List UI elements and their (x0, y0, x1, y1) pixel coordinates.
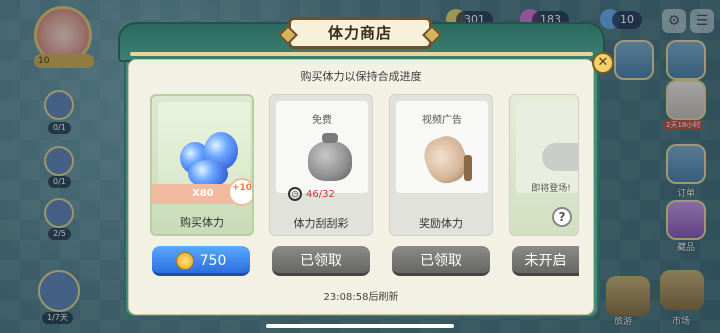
buy-energy-card[interactable]: X80 +10 购买体力 (150, 94, 254, 236)
scratch-counter: ◷ 46/32 (288, 187, 335, 201)
scratch-count: 46/32 (306, 189, 335, 200)
coming-soon-tag: 即将登场! (531, 184, 571, 194)
clock-icon: ◷ (288, 187, 302, 201)
card-name: 奖励体力 (419, 217, 463, 230)
video-ad-image: 视频广告 (396, 101, 488, 193)
free-tag: 免费 (312, 115, 332, 126)
card-name: 购买体力 (180, 216, 224, 229)
shop-title-text: 体力商店 (327, 24, 392, 42)
shop-subtitle: 购买体力以保持合成进度 (300, 70, 422, 83)
energy-amount: X80 (192, 188, 214, 199)
video-ad-card[interactable]: 视频广告 奖励体力 (389, 94, 493, 236)
coming-soon-card[interactable]: 即将登场! ? (509, 94, 579, 236)
claimed-button-2[interactable]: 已领取 (392, 246, 490, 276)
home-indicator[interactable] (266, 324, 454, 328)
shop-title: 体力商店 (288, 17, 432, 49)
video-ad-tag: 视频广告 (422, 115, 462, 126)
money-bag-icon (308, 133, 352, 181)
refresh-timer: 23:08:58后刷新 (323, 292, 399, 303)
coin-icon (175, 252, 194, 270)
scratch-card-image: 免费 (276, 101, 368, 193)
buy-price: 750 (199, 253, 227, 269)
close-icon[interactable]: ✕ (592, 52, 614, 74)
coming-soon-image: 即将登场! (516, 101, 578, 194)
card-name: 体力刮刮彩 (293, 217, 349, 230)
question-mark-icon: ? (552, 207, 572, 227)
buy-energy-button[interactable]: 750 (152, 246, 250, 276)
claimed-button-1[interactable]: 已领取 (272, 246, 370, 276)
bonus-badge: +10 (228, 178, 253, 206)
not-open-button[interactable]: 未开启 (512, 246, 579, 276)
tassel-icon (464, 155, 472, 181)
bonus-amount: +10 (231, 183, 253, 193)
scratch-card-card[interactable]: 免费 ◷ 46/32 体力刮刮彩 (269, 94, 373, 236)
lock-icon (542, 143, 578, 171)
energy-amount-ribbon: X80 (152, 184, 240, 204)
